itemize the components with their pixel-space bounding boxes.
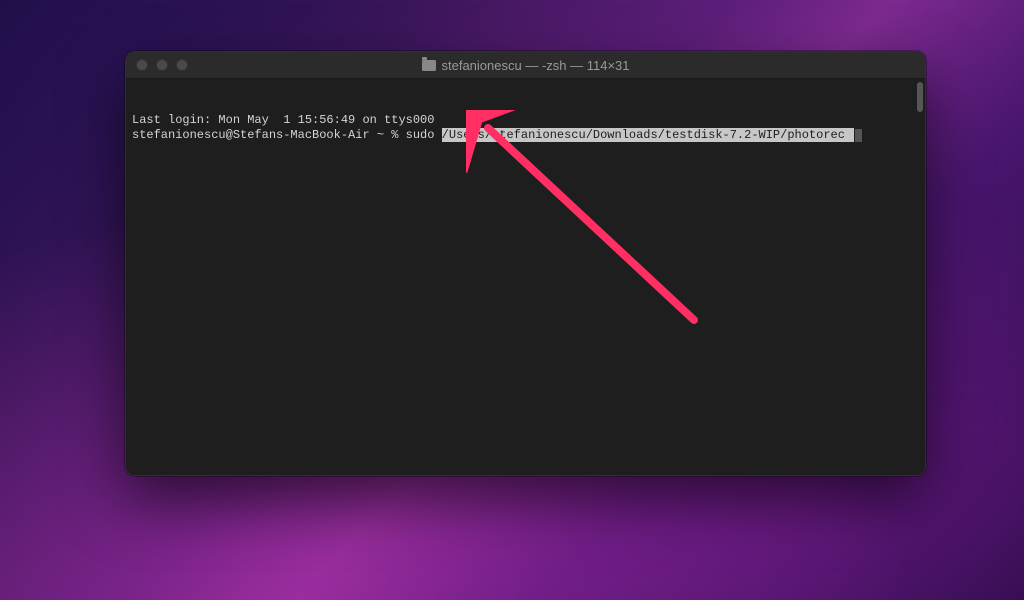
folder-icon [421,60,435,71]
cursor [855,129,862,142]
last-login-line: Last login: Mon May 1 15:56:49 on ttys00… [132,113,919,128]
close-button[interactable] [136,59,148,71]
traffic-lights [136,59,188,71]
terminal-window: stefanionescu — -zsh — 114×31 Last login… [125,51,926,476]
minimize-button[interactable] [156,59,168,71]
window-title-container: stefanionescu — -zsh — 114×31 [421,58,629,73]
title-bar[interactable]: stefanionescu — -zsh — 114×31 [126,52,925,79]
command-sudo: sudo [406,128,442,142]
prompt: stefanionescu@Stefans-MacBook-Air ~ % [132,128,406,142]
highlighted-path[interactable]: /Users/stefanionescu/Downloads/testdisk-… [442,128,854,142]
terminal-body[interactable]: Last login: Mon May 1 15:56:49 on ttys00… [126,79,925,475]
maximize-button[interactable] [176,59,188,71]
window-title: stefanionescu — -zsh — 114×31 [441,58,629,73]
